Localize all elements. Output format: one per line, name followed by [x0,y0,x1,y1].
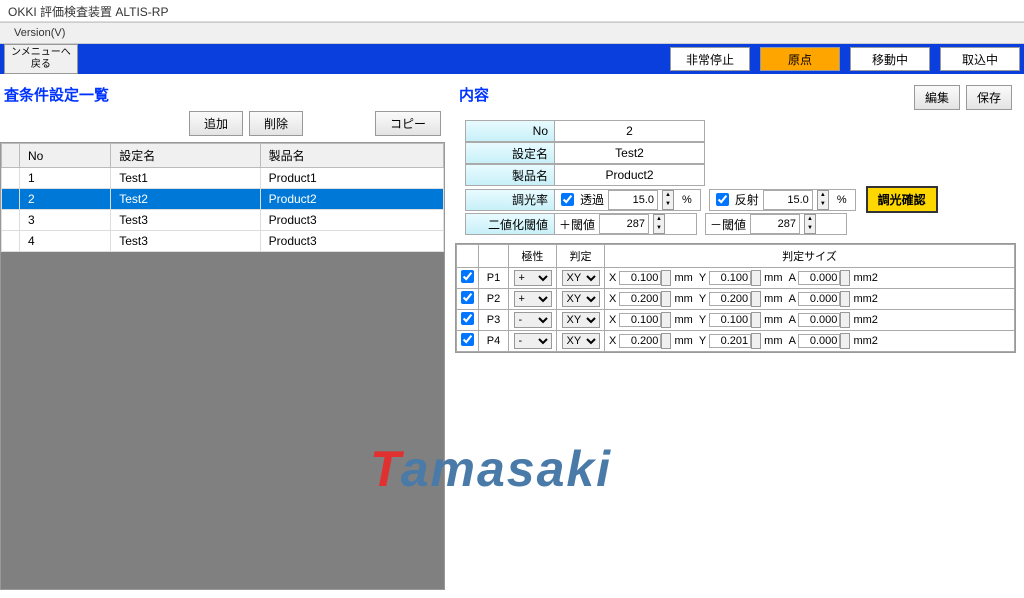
table-row[interactable]: 3Test3Product3 [2,210,444,231]
param-checkbox[interactable] [461,291,474,304]
edit-button[interactable]: 編集 [914,85,960,110]
origin-button[interactable]: 原点 [760,47,840,71]
minus-threshold-input[interactable] [750,214,800,234]
polarity-select[interactable]: + [514,270,552,286]
a-input[interactable] [798,271,840,285]
param-name: P4 [479,331,509,352]
param-checkbox[interactable] [461,312,474,325]
a-input[interactable] [798,313,840,327]
y-input[interactable] [709,313,751,327]
polarity-select[interactable]: + [514,291,552,307]
col-judgesize: 判定サイズ [605,245,1015,268]
x-input[interactable] [619,334,661,348]
condition-list-title: 査条件設定一覧 [0,80,445,109]
a-input[interactable] [798,292,840,306]
add-button[interactable]: 追加 [189,111,243,136]
menu-version[interactable]: Version(V) [8,25,71,41]
transmit-checkbox[interactable] [561,193,574,206]
moving-status: 移動中 [850,47,930,71]
plus-threshold-label: ＋閾値 [559,216,595,233]
value-setting: Test2 [555,142,705,164]
param-checkbox[interactable] [461,333,474,346]
col-no: No [20,144,111,168]
spinner-icon[interactable]: ▲▼ [662,190,674,210]
emergency-stop-button[interactable]: 非常停止 [670,47,750,71]
spinner-icon[interactable]: ▲▼ [817,190,829,210]
reflect-label: 反射 [735,191,759,208]
label-product: 製品名 [465,164,555,186]
save-button[interactable]: 保存 [966,85,1012,110]
y-input[interactable] [709,292,751,306]
col-polarity: 極性 [509,245,557,268]
condition-list-grid[interactable]: No 設定名 製品名 1Test1Product12Test2Product23… [0,142,445,590]
param-name: P1 [479,268,509,289]
window-title: OKKI 評価検査装置 ALTIS-RP [0,0,1024,22]
x-input[interactable] [619,292,661,306]
param-row: P2+XYX mm Y mm A mm2 [457,289,1015,310]
judge-select[interactable]: XY [562,333,600,349]
reflect-input[interactable] [763,190,813,210]
toolbar: ンメニューへ戻る 非常停止 原点 移動中 取込中 [0,44,1024,74]
param-name: P2 [479,289,509,310]
value-product: Product2 [555,164,705,186]
table-row[interactable]: 1Test1Product1 [2,168,444,189]
y-input[interactable] [709,334,751,348]
label-setting: 設定名 [465,142,555,164]
table-row[interactable]: 4Test3Product3 [2,231,444,252]
judge-select[interactable]: XY [562,270,600,286]
label-binarize: 二値化閾値 [465,213,555,235]
y-input[interactable] [709,271,751,285]
transmit-input[interactable] [608,190,658,210]
polarity-select[interactable]: - [514,333,552,349]
x-input[interactable] [619,313,661,327]
col-judge: 判定 [557,245,605,268]
value-no: 2 [555,120,705,142]
loading-status: 取込中 [940,47,1020,71]
col-product: 製品名 [260,144,443,168]
param-row: P4-XYX mm Y mm A mm2 [457,331,1015,352]
polarity-select[interactable]: - [514,312,552,328]
judge-select[interactable]: XY [562,291,600,307]
spinner-icon[interactable]: ▲▼ [804,214,816,234]
col-check [2,144,20,168]
reflect-checkbox[interactable] [716,193,729,206]
param-row: P1+XYX mm Y mm A mm2 [457,268,1015,289]
param-name: P3 [479,310,509,331]
dimming-confirm-button[interactable]: 調光確認 [866,186,938,213]
label-dimming: 調光率 [465,189,555,211]
judge-select[interactable]: XY [562,312,600,328]
plus-threshold-input[interactable] [599,214,649,234]
a-input[interactable] [798,334,840,348]
col-setting: 設定名 [111,144,260,168]
x-input[interactable] [619,271,661,285]
label-no: No [465,120,555,142]
spinner-icon[interactable]: ▲▼ [653,214,665,234]
param-checkbox[interactable] [461,270,474,283]
param-row: P3-XYX mm Y mm A mm2 [457,310,1015,331]
transmit-label: 透過 [580,191,604,208]
minus-threshold-label: －閾値 [710,216,746,233]
copy-button[interactable]: コピー [375,111,441,136]
delete-button[interactable]: 削除 [249,111,303,136]
menubar: Version(V) [0,22,1024,44]
table-row[interactable]: 2Test2Product2 [2,189,444,210]
back-to-menu-button[interactable]: ンメニューへ戻る [4,44,78,74]
